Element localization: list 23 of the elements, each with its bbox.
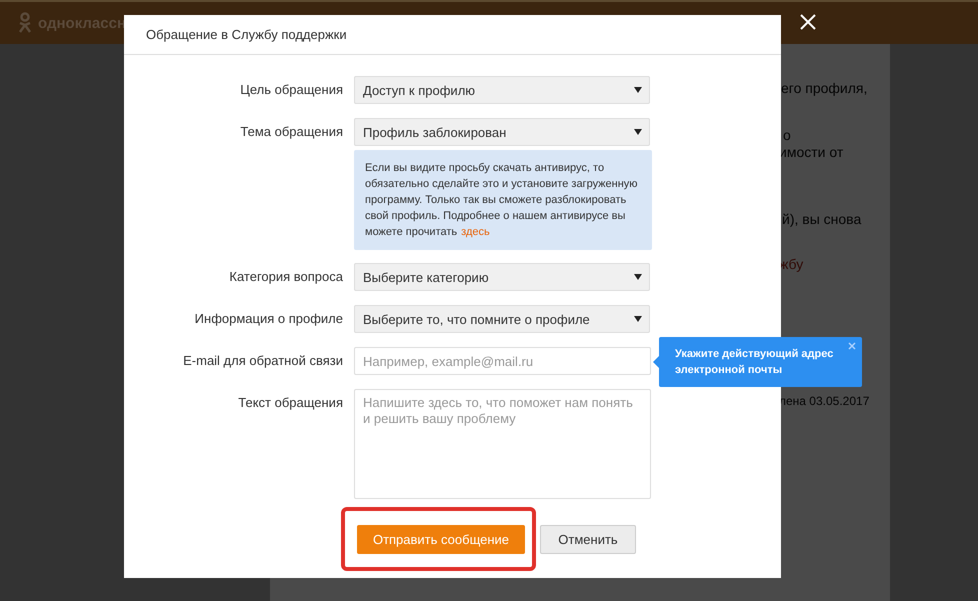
info-note: Если вы видите просьбу скачать антивирус, то обязательно сделайте это и установите загруженную программу. Только так вы сможете разблокировать свой профиль. Подробнее о нашем антивирусе вы можете прочитать здесь — [354, 150, 652, 250]
page-text: о — [782, 127, 791, 144]
field-label: Цель обращения — [239, 81, 343, 99]
caret-icon — [634, 129, 642, 135]
field-label: Тема обращения — [239, 123, 343, 141]
dropdown[interactable]: Доступ к профилю — [354, 76, 650, 104]
page-text: й), вы снова — [781, 211, 862, 228]
logo-icon — [18, 12, 32, 34]
cancel-button[interactable]: Отменить — [540, 524, 636, 554]
message-field[interactable]: Напишите здесь то, что поможет нам понять и решить вашу проблему — [354, 389, 651, 499]
field-label: Категория вопроса — [228, 268, 343, 286]
field-label: Текст обращения — [237, 394, 343, 412]
email-field[interactable]: Например, example@mail.ru — [354, 347, 651, 375]
caret-icon — [634, 274, 642, 280]
field-label: Информация о профиле — [194, 310, 343, 328]
dialog-title: Обращение в Службу поддержки — [124, 15, 781, 55]
dropdown[interactable]: Выберите то, что помните о профиле — [354, 305, 650, 333]
page-text: его профиля, — [780, 80, 868, 97]
caret-icon — [634, 316, 642, 322]
dropdown[interactable]: Профиль заблокирован — [354, 118, 650, 146]
caret-icon — [634, 87, 642, 93]
dropdown[interactable]: Выберите категорию — [354, 263, 650, 291]
field-label: E-mail для обратной связи — [182, 352, 343, 370]
